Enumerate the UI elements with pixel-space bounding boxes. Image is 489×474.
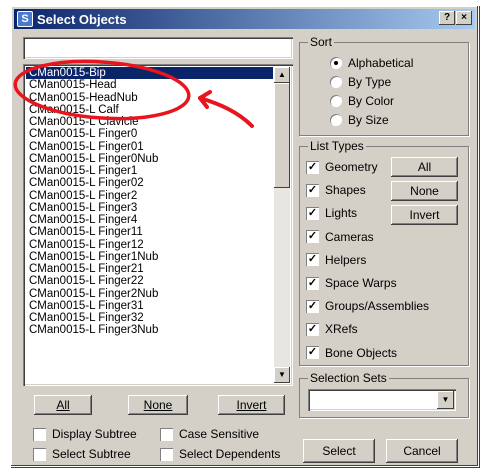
red-circle-annotation <box>13 59 191 121</box>
red-annotation-overlay <box>13 59 254 128</box>
red-arrow-annotation <box>198 96 254 128</box>
